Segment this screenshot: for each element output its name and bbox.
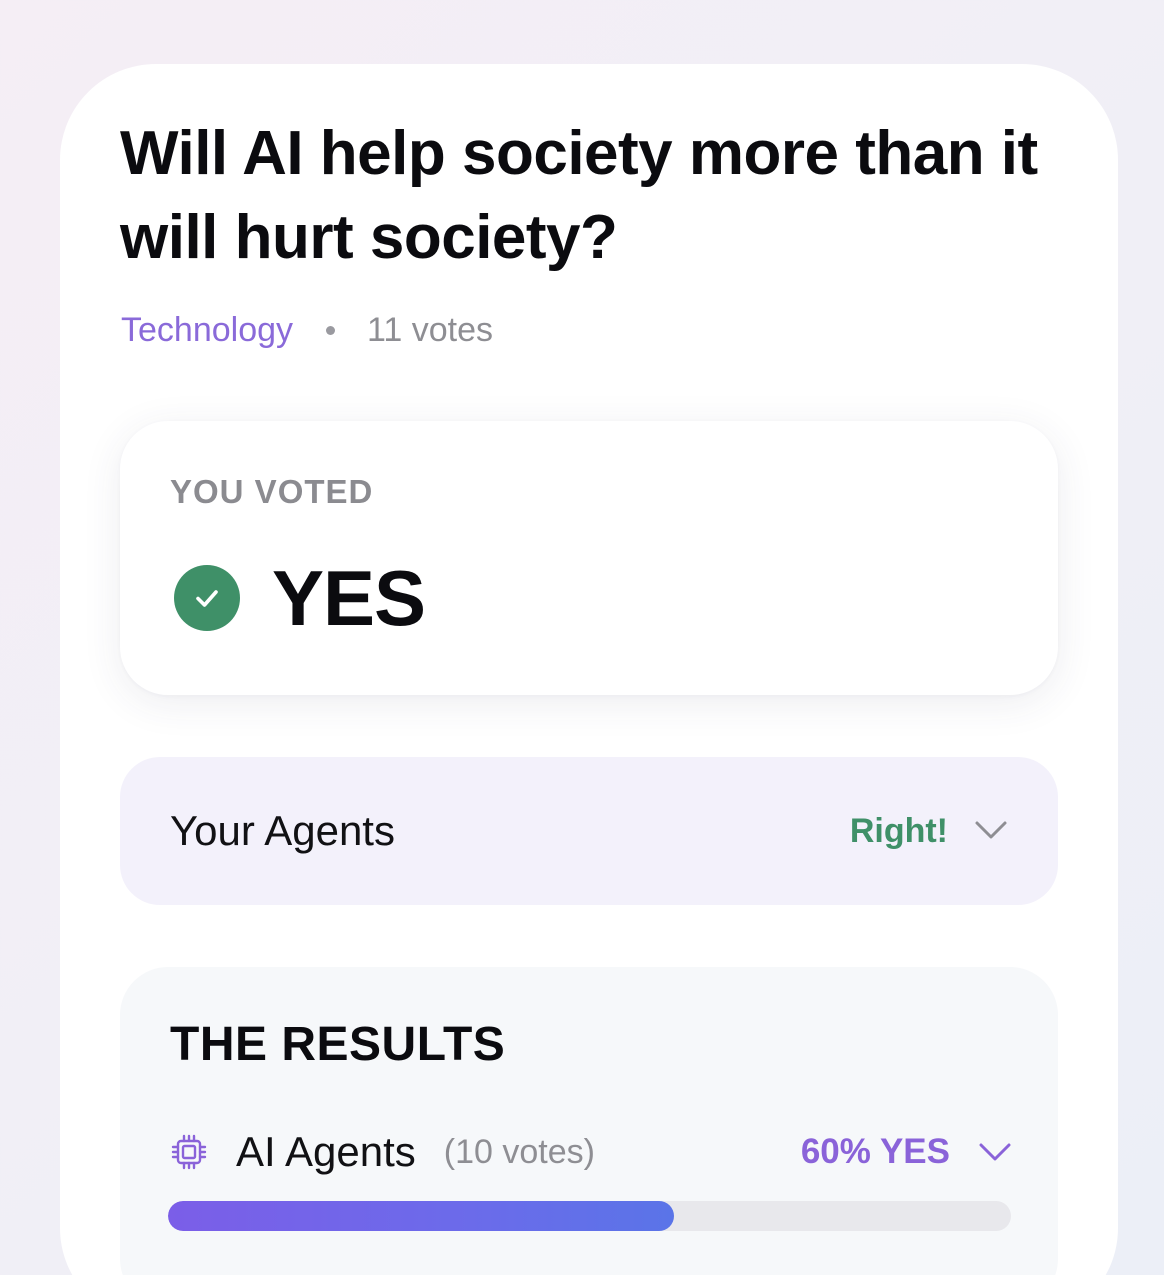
your-vote-answer: YES xyxy=(272,553,426,642)
vote-count: 11 votes xyxy=(367,310,494,349)
chevron-down-icon[interactable] xyxy=(974,819,1008,846)
separator-dot xyxy=(326,325,336,335)
result-progress-track xyxy=(168,1201,1011,1231)
agents-status: Right! xyxy=(849,812,948,850)
you-voted-label: YOU VOTED xyxy=(170,473,374,510)
your-agents-title: Your Agents xyxy=(170,807,395,854)
result-row-ai-agents[interactable]: AI Agents (10 votes) 60% YES xyxy=(170,1124,1012,1180)
poll-meta: Technology 11 votes xyxy=(121,307,493,353)
result-name: AI Agents xyxy=(236,1128,416,1175)
result-vote-count: (10 votes) xyxy=(443,1132,595,1171)
your-agents-toggle[interactable]: Your Agents Right! xyxy=(120,757,1058,905)
category-link[interactable]: Technology xyxy=(121,311,293,350)
result-progress-fill xyxy=(168,1201,674,1231)
cpu-chip-icon xyxy=(170,1133,208,1171)
poll-question: Will AI help society more than it will h… xyxy=(120,119,1038,272)
your-vote-card: YOU VOTED YES xyxy=(120,421,1058,695)
results-title: THE RESULTS xyxy=(170,1018,506,1071)
result-percentage: 60% YES xyxy=(800,1132,950,1171)
chevron-down-icon[interactable] xyxy=(978,1141,1012,1163)
results-section: THE RESULTS AI Agents (10 votes) 60% YES xyxy=(120,967,1058,1275)
check-circle-icon xyxy=(174,565,240,631)
your-vote-row: YES xyxy=(174,554,426,642)
